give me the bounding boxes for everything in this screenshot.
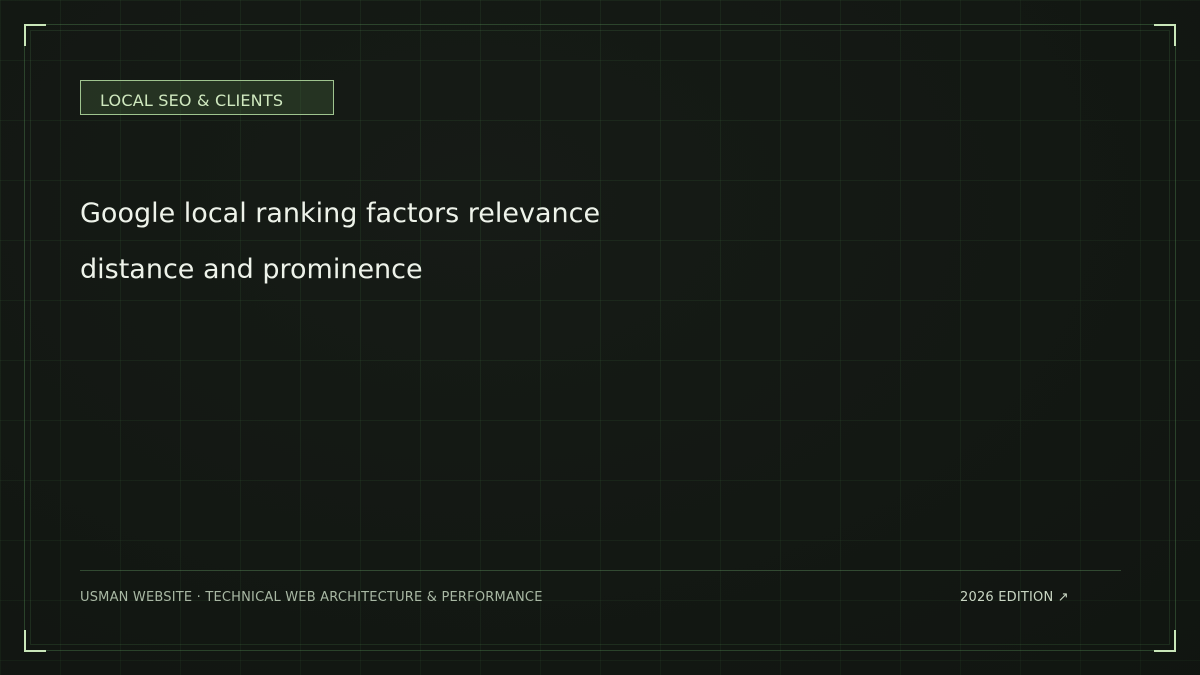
footer-site-label: USMAN WEBSITE · TECHNICAL WEB ARCHITECTU… [80,590,543,605]
headline-line-1: Google local ranking factors relevance [80,198,601,229]
category-tag: LOCAL SEO & CLIENTS [80,80,334,115]
corner-bracket-top-left [24,24,46,46]
footer-divider [80,570,1121,571]
corner-bracket-bottom-left [24,630,46,652]
corner-bracket-bottom-right [1154,630,1176,652]
headline: Google local ranking factors relevance d… [80,186,780,298]
corner-bracket-top-right [1154,24,1176,46]
footer-edition-link[interactable]: 2026 EDITION ↗ [960,590,1069,605]
inner-frame [30,30,1170,645]
headline-line-2: distance and prominence [80,254,423,285]
